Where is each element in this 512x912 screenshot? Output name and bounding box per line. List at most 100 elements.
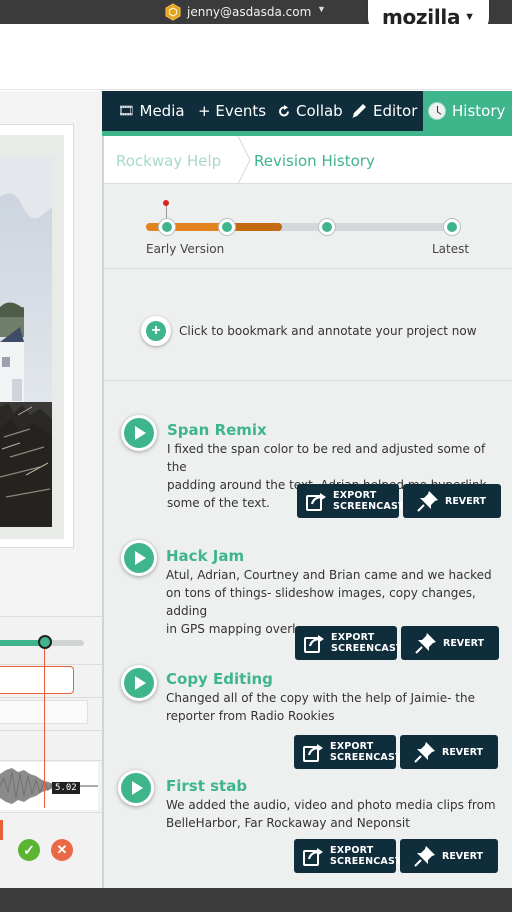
export-label-line2: SCREENCAST [331, 643, 403, 654]
revision-title: First stab [166, 777, 248, 795]
revert-label: REVERT [443, 637, 485, 649]
audio-waveform-track[interactable] [0, 762, 98, 810]
revert-button[interactable]: REVERT [400, 839, 498, 873]
pin-icon [414, 846, 435, 867]
tab-editor-label: Editor [373, 102, 418, 120]
add-bookmark-button[interactable]: + [141, 316, 171, 346]
section-divider [104, 268, 512, 269]
play-revision-button[interactable] [118, 770, 154, 806]
tab-events-label: + Events [198, 102, 267, 120]
breadcrumb-current: Revision History [254, 152, 375, 170]
revert-button[interactable]: REVERT [401, 626, 499, 660]
revision-desc-line: reporter from Radio Rookies [166, 709, 335, 723]
revision-desc-line: BelleHarbor, Far Rockaway and Neponsit [166, 816, 410, 830]
revision-description: Changed all of the copy with the help of… [166, 689, 496, 725]
section-divider [104, 380, 512, 381]
export-screencast-button[interactable]: EXPORT SCREENCAST [295, 626, 403, 660]
clock-icon [428, 102, 446, 120]
pin-icon [415, 633, 436, 654]
breadcrumb: Rockway Help Revision History [104, 136, 512, 184]
tab-media[interactable]: 🎞 Media [118, 91, 185, 131]
project-photo-image [0, 157, 52, 527]
track-edge-marker [0, 820, 3, 840]
revert-label: REVERT [442, 746, 484, 758]
tab-media-label: Media [139, 102, 185, 120]
revert-label: REVERT [442, 850, 484, 862]
breadcrumb-separator-icon [237, 136, 251, 184]
timeline-row-divider [0, 812, 102, 813]
revision-desc-line: Atul, Adrian, Courtney and Brian came an… [166, 568, 492, 582]
play-revision-button[interactable] [121, 665, 157, 701]
revision-desc-line: I fixed the span color to be red and adj… [167, 442, 486, 474]
tab-collab-label: Collab [296, 102, 343, 120]
timeline-row-divider [0, 730, 102, 731]
play-revision-button[interactable] [121, 540, 157, 576]
export-label-line1: EXPORT [333, 490, 377, 501]
account-dropdown-icon[interactable]: ▼ [317, 4, 326, 14]
scrub-handle[interactable] [38, 635, 52, 649]
bookmark-prompt: Click to bookmark and annotate your proj… [179, 324, 477, 338]
version-end-label: Latest [432, 242, 470, 256]
tab-collab[interactable]: Collab [278, 91, 343, 131]
tab-editor[interactable]: Editor [350, 91, 417, 131]
revision-desc-line: We added the audio, video and photo medi… [166, 798, 496, 812]
export-label-line2: SCREENCAST [330, 752, 402, 763]
export-icon [303, 848, 323, 866]
play-icon [124, 668, 154, 698]
timeline-track-event-selected[interactable] [0, 666, 74, 694]
project-photo[interactable] [0, 157, 52, 527]
export-label-line2: SCREENCAST [330, 856, 402, 867]
pin-icon [417, 491, 438, 512]
playhead-line [44, 648, 45, 808]
pencil-icon [352, 104, 366, 118]
film-icon: 🎞 [118, 103, 135, 119]
confirm-check-icon[interactable]: ✓ [18, 839, 40, 861]
account-email: jenny@asdasda.com [187, 5, 312, 19]
export-label-line2: SCREENCAST [333, 501, 405, 512]
revision-title: Span Remix [167, 421, 267, 439]
version-stop-1[interactable] [159, 219, 175, 235]
export-screencast-button[interactable]: EXPORT SCREENCAST [297, 484, 405, 518]
timeline-row-divider [0, 760, 102, 761]
export-screencast-button[interactable]: EXPORT SCREENCAST [294, 839, 402, 873]
chevron-down-icon: ▼ [464, 11, 476, 23]
export-screencast-button[interactable]: EXPORT SCREENCAST [294, 735, 402, 769]
revision-desc-line: on tons of things- slideshow images, cop… [166, 586, 476, 618]
revert-label: REVERT [445, 495, 487, 507]
export-label-line1: EXPORT [330, 845, 374, 856]
revision-description: We added the audio, video and photo medi… [166, 796, 496, 832]
export-label-line1: EXPORT [331, 632, 375, 643]
play-revision-button[interactable] [121, 415, 157, 451]
export-icon [304, 635, 324, 653]
tab-history-label: History [452, 102, 506, 120]
tab-history[interactable]: History [423, 91, 512, 131]
version-stop-4[interactable] [444, 219, 460, 235]
account-menu[interactable]: jenny@asdasda.com [164, 3, 311, 21]
revert-button[interactable]: REVERT [403, 484, 501, 518]
bookmark-pin-icon [163, 200, 169, 206]
share-icon [279, 104, 289, 116]
timeline-row-divider [0, 697, 102, 698]
plus-icon: + [146, 321, 166, 341]
revision-desc-line: Changed all of the copy with the help of… [166, 691, 475, 705]
revision-title: Hack Jam [166, 547, 245, 565]
play-icon [124, 418, 154, 448]
export-icon [303, 744, 323, 762]
pin-icon [414, 742, 435, 763]
version-start-label: Early Version [146, 242, 225, 256]
timeline-row-divider [0, 664, 102, 665]
export-label-line1: EXPORT [330, 741, 374, 752]
breadcrumb-parent[interactable]: Rockway Help [116, 152, 221, 170]
stage-inner [0, 135, 64, 539]
cancel-x-icon[interactable]: ✕ [51, 839, 73, 861]
waveform-graphic [0, 768, 98, 804]
version-stop-3[interactable] [319, 219, 335, 235]
bookmark-pin-stem [166, 204, 167, 220]
bottom-bar [0, 888, 512, 912]
revert-button[interactable]: REVERT [400, 735, 498, 769]
revision-title: Copy Editing [166, 670, 273, 688]
tab-events[interactable]: + Events [198, 91, 266, 131]
waveform-time-badge: 5.02 [52, 782, 80, 794]
version-stop-2[interactable] [219, 219, 235, 235]
version-slider-fill-dark [228, 223, 282, 231]
